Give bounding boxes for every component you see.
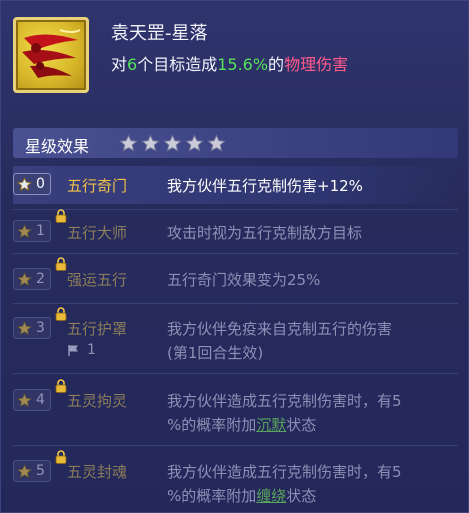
star-effect-desc: 五行奇门效果变为25% (167, 271, 321, 289)
flag-count: 1 (87, 342, 96, 358)
star-effect-desc-line1: 我方伙伴造成五行克制伤害时，有5 (167, 463, 402, 481)
star-effect-desc-line1: 我方伙伴免疫来自克制五行的伤害 (167, 320, 393, 338)
skill-tooltip-panel: 袁天罡-星落 对6个目标造成15.6%的物理伤害 星级效果 0 五行奇门 我方伙… (0, 0, 469, 513)
star-icon (163, 134, 182, 152)
comet-fire-icon (13, 17, 89, 93)
star-effects-title: 星级效果 (25, 137, 90, 156)
desc-damage-percent: 15.6% (217, 55, 269, 74)
star-effect-desc-line2: %的概率附加沉默状态 (167, 414, 316, 435)
skill-description: 对6个目标造成15.6%的物理伤害 (111, 51, 348, 75)
lock-icon (55, 209, 67, 223)
star-effect-name: 五灵拘灵 (67, 392, 128, 410)
row-divider (13, 445, 458, 446)
star-level-number: 2 (36, 271, 45, 287)
star-effect-desc-line2: %的概率附加缠绕状态 (167, 485, 316, 506)
row-divider (13, 253, 458, 254)
star-icon (207, 134, 226, 152)
star-icon (141, 134, 160, 152)
star-level-badge: 5 (13, 460, 51, 482)
skill-name: 袁天罡-星落 (111, 23, 208, 44)
star-effect-name: 五行奇门 (67, 177, 128, 195)
lock-icon (55, 450, 67, 464)
lock-icon (55, 257, 67, 271)
star-level-badge: 0 (13, 173, 51, 195)
star-effect-desc-line2: (第1回合生效) (167, 344, 264, 362)
status-silence-link[interactable]: 沉默 (256, 416, 286, 434)
star-effect-name: 五行护罩 (67, 320, 128, 338)
star-icon (17, 177, 32, 192)
star-effects-header: 星级效果 (13, 128, 458, 158)
star-effect-desc-line1: 我方伙伴造成五行克制伤害时，有5 (167, 392, 402, 410)
status-entangle-link[interactable]: 缠绕 (256, 487, 286, 505)
row-divider (13, 209, 458, 210)
lock-icon (55, 379, 67, 393)
star-effect-name: 五灵封魂 (67, 463, 128, 481)
desc-text: 状态 (286, 487, 317, 505)
star-level-badge: 3 (13, 317, 51, 339)
star-icon (185, 134, 204, 152)
star-level-number: 0 (36, 176, 45, 192)
desc-text: %的概率附加 (167, 416, 257, 434)
star-icon (17, 272, 32, 286)
star-effect-name: 强运五行 (67, 271, 128, 289)
star-icon (17, 464, 32, 478)
star-rating (119, 134, 226, 153)
desc-damage-type: 物理伤害 (284, 55, 349, 74)
star-level-badge: 2 (13, 268, 51, 290)
desc-text: 状态 (286, 416, 317, 434)
desc-prefix: 对 (111, 55, 128, 74)
star-level-number: 4 (36, 392, 45, 408)
star-effect-desc: 攻击时视为五行克制敌方目标 (167, 224, 363, 242)
star-level-number: 5 (36, 463, 45, 479)
lock-icon (55, 307, 67, 321)
star-level-badge: 1 (13, 220, 51, 242)
star-effect-name: 五行大师 (67, 224, 128, 242)
star-level-badge: 4 (13, 389, 51, 411)
star-effect-desc: 我方伙伴五行克制伤害+12% (167, 177, 363, 195)
desc-mid: 个目标造成 (137, 55, 218, 74)
star-level-number: 1 (36, 223, 45, 239)
desc-of: 的 (268, 55, 285, 74)
star-icon (17, 321, 32, 335)
desc-text: %的概率附加 (167, 487, 257, 505)
star-icon (119, 134, 138, 152)
star-icon (17, 393, 32, 407)
star-icon (17, 224, 32, 238)
row-divider (13, 303, 458, 304)
row-divider (13, 373, 458, 374)
star-level-number: 3 (36, 320, 45, 336)
desc-target-count: 6 (127, 55, 138, 74)
flag-icon (68, 345, 78, 356)
